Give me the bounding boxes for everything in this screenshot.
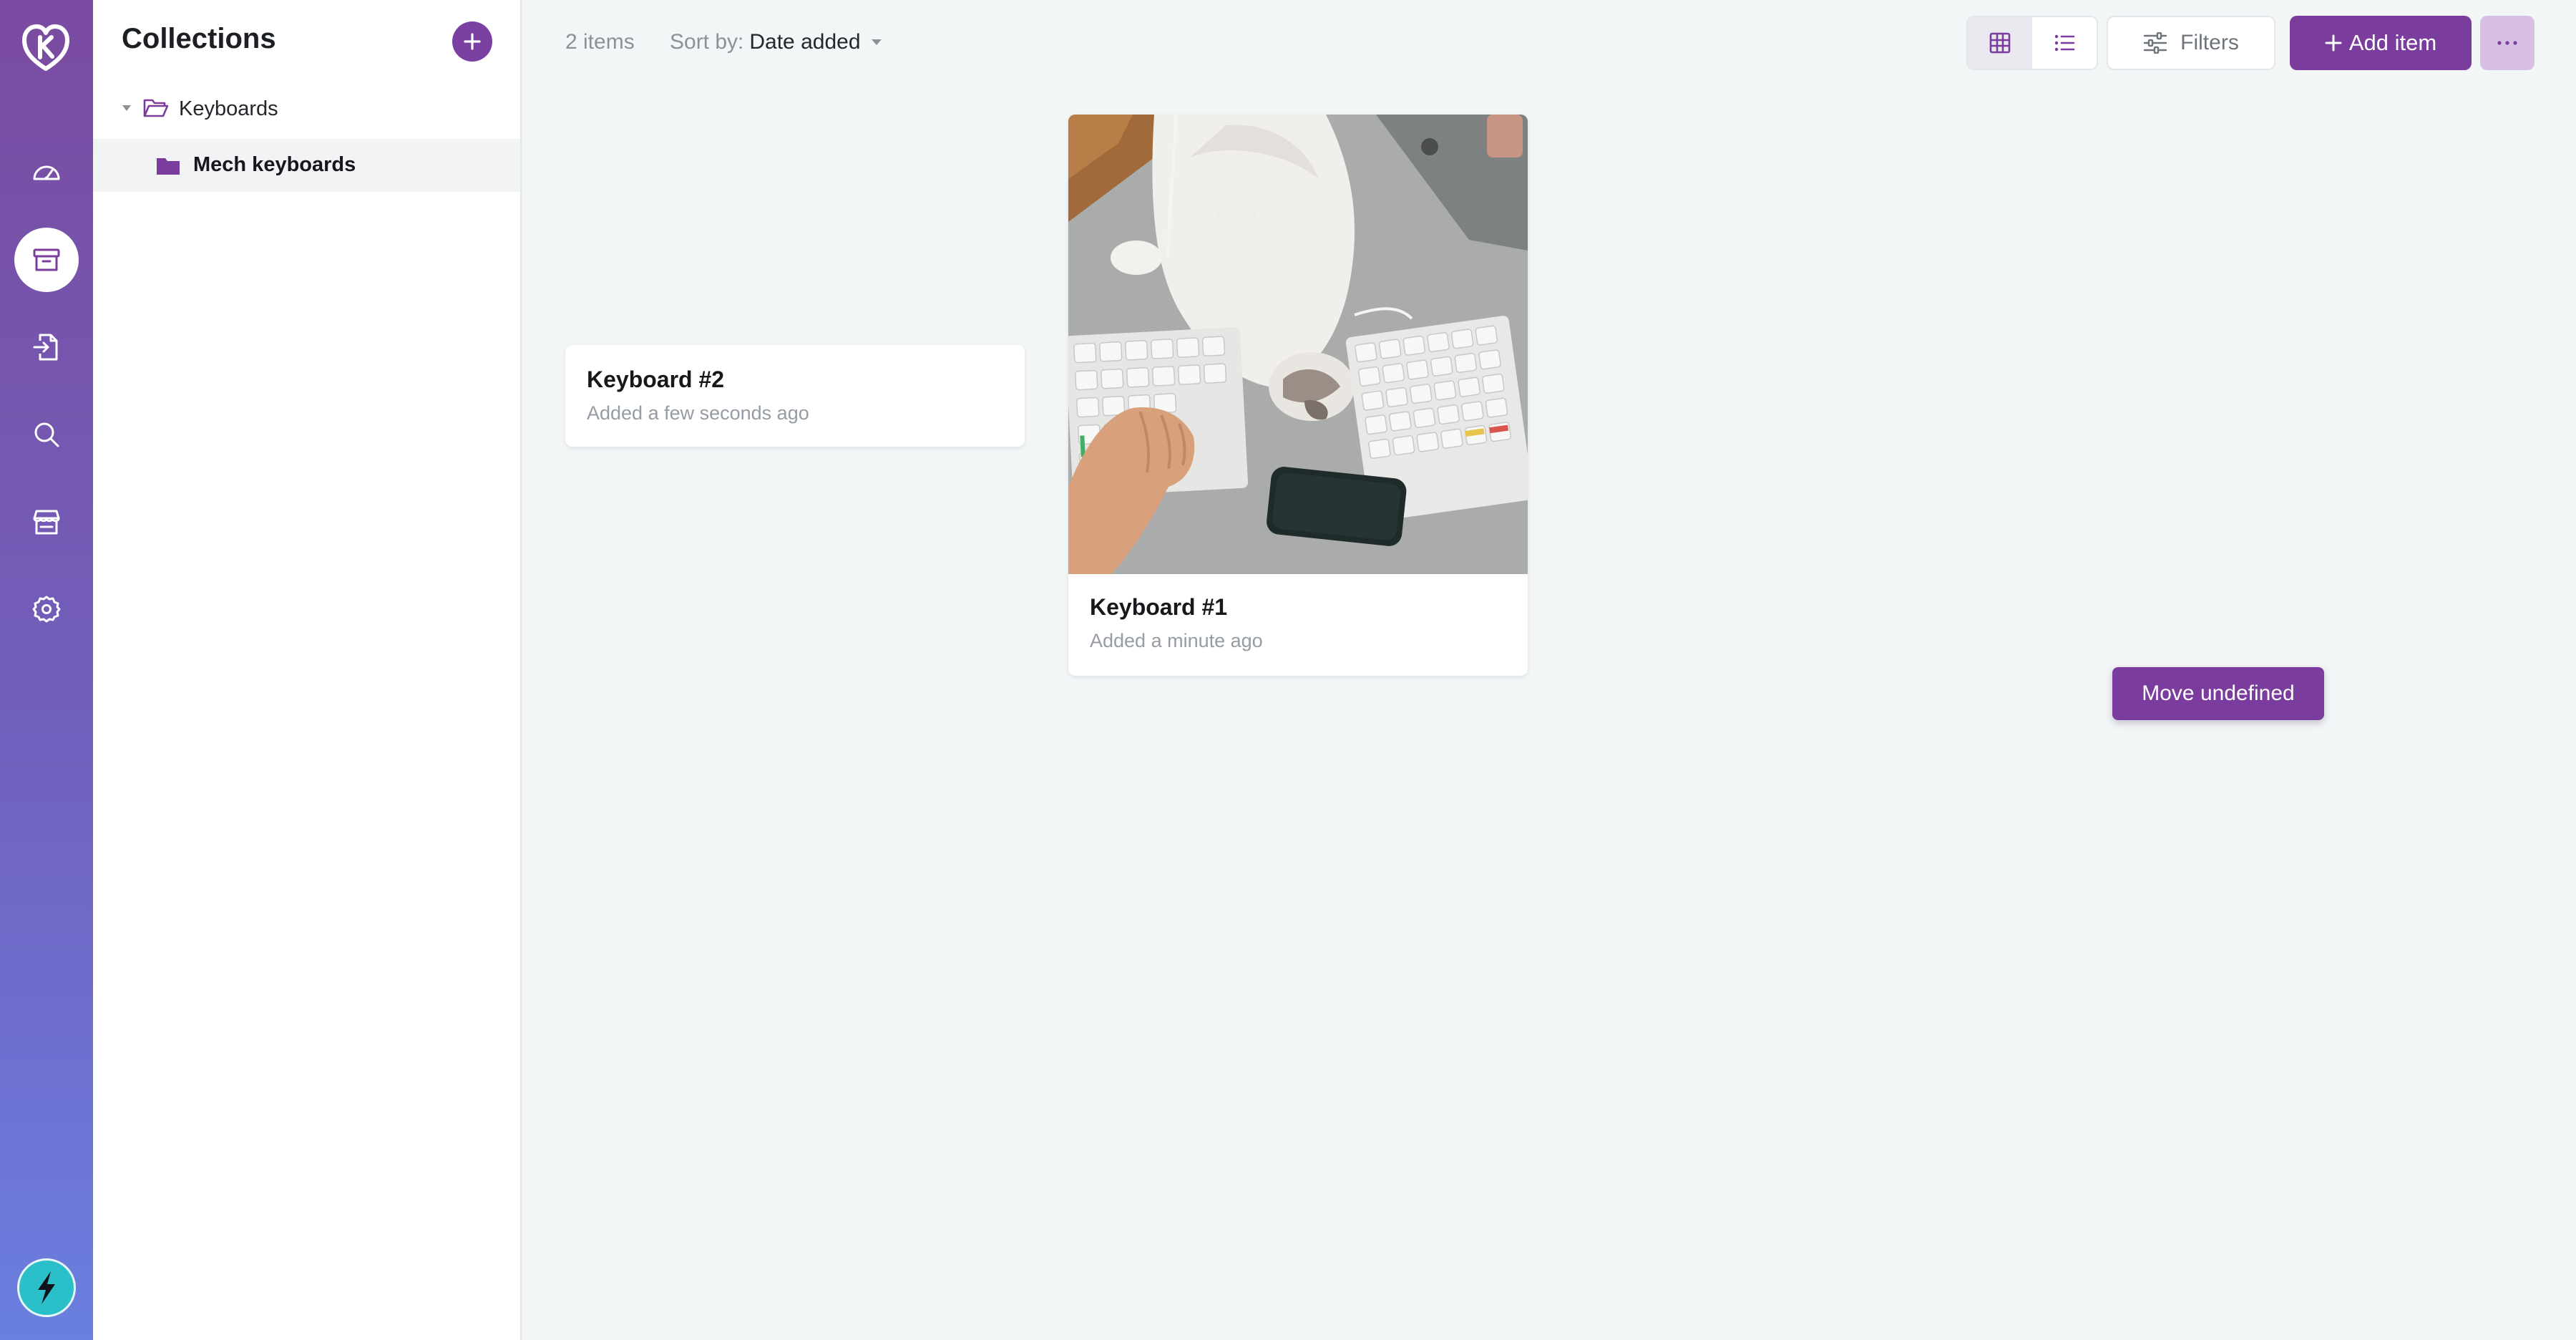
- more-options-button[interactable]: [2480, 16, 2534, 70]
- lightning-icon: [38, 1271, 55, 1304]
- nav-search[interactable]: [14, 402, 79, 467]
- filters-button[interactable]: Filters: [2107, 16, 2275, 70]
- tree-item-keyboards[interactable]: Keyboards: [93, 83, 520, 136]
- item-added-time: Added a minute ago: [1090, 630, 1263, 651]
- search-icon: [34, 422, 59, 447]
- sort-dropdown[interactable]: Sort by: Date added: [670, 30, 882, 54]
- settings-icon: [32, 596, 61, 623]
- collections-sidebar: Collections Keyboards Mech keyboards: [93, 0, 522, 1340]
- nav-inventory[interactable]: [14, 228, 79, 292]
- tree-item-label: Keyboards: [179, 97, 278, 120]
- app-logo[interactable]: [21, 23, 70, 73]
- item-count: 2 items: [565, 30, 635, 54]
- nav-settings[interactable]: [14, 577, 79, 641]
- nav-store[interactable]: [14, 490, 79, 554]
- store-icon: [33, 510, 60, 535]
- import-icon: [33, 334, 58, 361]
- tree-item-label: Mech keyboards: [193, 153, 356, 176]
- ellipsis-icon: [2497, 41, 2517, 45]
- plus-icon: [2325, 34, 2342, 52]
- add-item-button[interactable]: Add item: [2290, 16, 2472, 70]
- item-name: Keyboard #2: [587, 366, 725, 392]
- item-name: Keyboard #1: [1090, 594, 1228, 620]
- sliders-icon: [2143, 32, 2167, 54]
- app-rail: [0, 0, 93, 1340]
- item-photo: [1068, 115, 1528, 574]
- view-toggle: [1966, 16, 2098, 70]
- sidebar-title: Collections: [122, 23, 276, 54]
- item-added-time: Added a few seconds ago: [587, 402, 809, 424]
- add-item-label: Add item: [2348, 30, 2437, 55]
- nav-dashboard[interactable]: [14, 140, 79, 205]
- dashboard-icon: [33, 165, 60, 180]
- nav-import[interactable]: [14, 315, 79, 379]
- list-view-button[interactable]: [2032, 17, 2097, 69]
- tree-item-mech-keyboards[interactable]: Mech keyboards: [93, 139, 520, 192]
- move-button[interactable]: Move undefined: [2112, 667, 2324, 720]
- folder-icon: [157, 158, 180, 175]
- list-icon: [2054, 34, 2075, 52]
- inventory-icon: [33, 248, 60, 271]
- sort-value: Date added: [749, 30, 861, 54]
- add-collection-button[interactable]: [452, 21, 492, 62]
- item-card[interactable]: Keyboard #2 Added a few seconds ago: [565, 345, 1025, 447]
- grid-view-button[interactable]: [1968, 17, 2032, 69]
- plus-icon: [464, 33, 481, 50]
- grid-icon: [1989, 32, 2011, 54]
- sort-prefix: Sort by:: [670, 30, 744, 54]
- caret-down-icon[interactable]: [122, 105, 132, 112]
- user-avatar[interactable]: [17, 1258, 76, 1317]
- folder-open-icon: [143, 99, 169, 117]
- filters-label: Filters: [2180, 31, 2239, 54]
- caret-down-icon: [871, 39, 882, 45]
- item-card[interactable]: Keyboard #1 Added a minute ago: [1068, 115, 1528, 676]
